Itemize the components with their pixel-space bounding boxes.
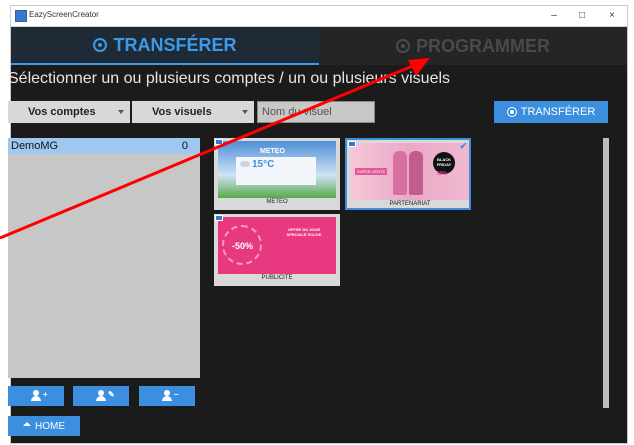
visual-thumbnail: -50% OFFRE DU JOUR SPECIALE SOLDE — [218, 217, 336, 274]
tab-label: PROGRAMMER — [416, 35, 550, 56]
home-icon — [23, 422, 31, 426]
thumb-part-badge: BLACK FRIDAY — [436, 157, 452, 167]
visuals-dropdown-label: Vos visuels — [152, 106, 212, 118]
window-title: EazyScreenCreator — [29, 10, 99, 19]
tab-transferer[interactable]: TRANSFÉRER — [11, 27, 319, 65]
target-icon — [93, 38, 108, 52]
cloud-icon — [240, 161, 250, 167]
visuals-dropdown[interactable]: Vos visuels — [132, 101, 254, 123]
monitor-icon — [215, 215, 223, 221]
page-heading: Sélectionner un ou plusieurs comptes / u… — [8, 70, 451, 87]
list-item-account[interactable]: DemoMG 0 — [8, 138, 200, 154]
maximize-button[interactable]: □ — [569, 8, 595, 24]
thumb-part-percent: 50% — [437, 171, 448, 177]
thumb-pub-text: OFFRE DU JOUR SPECIALE SOLDE — [286, 227, 322, 237]
transfer-button-label: TRANSFÉRER — [520, 106, 596, 118]
visual-card-publicite[interactable]: -50% OFFRE DU JOUR SPECIALE SOLDE PUBLIC… — [214, 214, 340, 286]
user-edit-icon — [96, 390, 106, 402]
visual-label: PUBLICITE — [261, 275, 293, 281]
pencil-icon: ✎ — [108, 390, 115, 399]
tab-programmer[interactable]: PROGRAMMER — [319, 27, 627, 65]
transfer-button[interactable]: TRANSFÉRER — [494, 101, 608, 123]
visual-name-search-input[interactable] — [257, 101, 375, 123]
chevron-down-icon — [242, 110, 248, 114]
edit-account-button[interactable]: ✎ — [73, 386, 129, 406]
minimize-button[interactable]: – — [541, 8, 567, 24]
title-bar: EazyScreenCreator – □ × — [11, 6, 627, 27]
visual-thumbnail: SUPER VENTE BLACK FRIDAY 50% — [351, 143, 469, 200]
visual-card-meteo[interactable]: METEO 15°C METEO — [214, 138, 340, 210]
user-remove-icon — [162, 390, 172, 402]
close-button[interactable]: × — [599, 8, 625, 24]
plus-icon: + — [43, 390, 48, 399]
checkmark-icon: ✔ — [459, 141, 467, 151]
accounts-dropdown[interactable]: Vos comptes — [8, 101, 130, 123]
clock-icon — [396, 39, 410, 53]
thumb-pub-percent: -50% — [232, 241, 254, 251]
tab-label: TRANSFÉRER — [113, 34, 237, 55]
visual-thumbnail: METEO 15°C — [218, 141, 336, 198]
account-name: DemoMG — [11, 140, 59, 152]
minus-icon: – — [174, 390, 179, 399]
home-button-label: HOME — [35, 420, 65, 432]
user-add-icon — [31, 390, 41, 402]
visual-label: PARTENARIAT — [389, 201, 431, 207]
thumb-meteo-title: METEO — [260, 148, 285, 155]
tab-bar: TRANSFÉRER PROGRAMMER — [11, 27, 627, 65]
add-account-button[interactable]: + — [8, 386, 64, 406]
monitor-icon — [215, 139, 223, 145]
visuals-scrollbar[interactable] — [603, 138, 609, 408]
accounts-dropdown-label: Vos comptes — [28, 106, 96, 118]
target-icon — [506, 107, 517, 117]
home-button[interactable]: HOME — [8, 416, 80, 436]
accounts-list: DemoMG 0 — [8, 138, 200, 378]
monitor-icon — [348, 141, 356, 147]
chevron-down-icon — [118, 110, 124, 114]
app-icon — [15, 10, 27, 22]
thumb-meteo-temp: 15°C — [252, 159, 275, 170]
visual-label: METEO — [266, 199, 288, 205]
visual-card-partenariat[interactable]: SUPER VENTE BLACK FRIDAY 50% ✔ PARTENARI… — [345, 138, 471, 210]
account-count: 0 — [181, 140, 188, 152]
thumb-part-banner: SUPER VENTE — [355, 168, 388, 175]
remove-account-button[interactable]: – — [139, 386, 195, 406]
